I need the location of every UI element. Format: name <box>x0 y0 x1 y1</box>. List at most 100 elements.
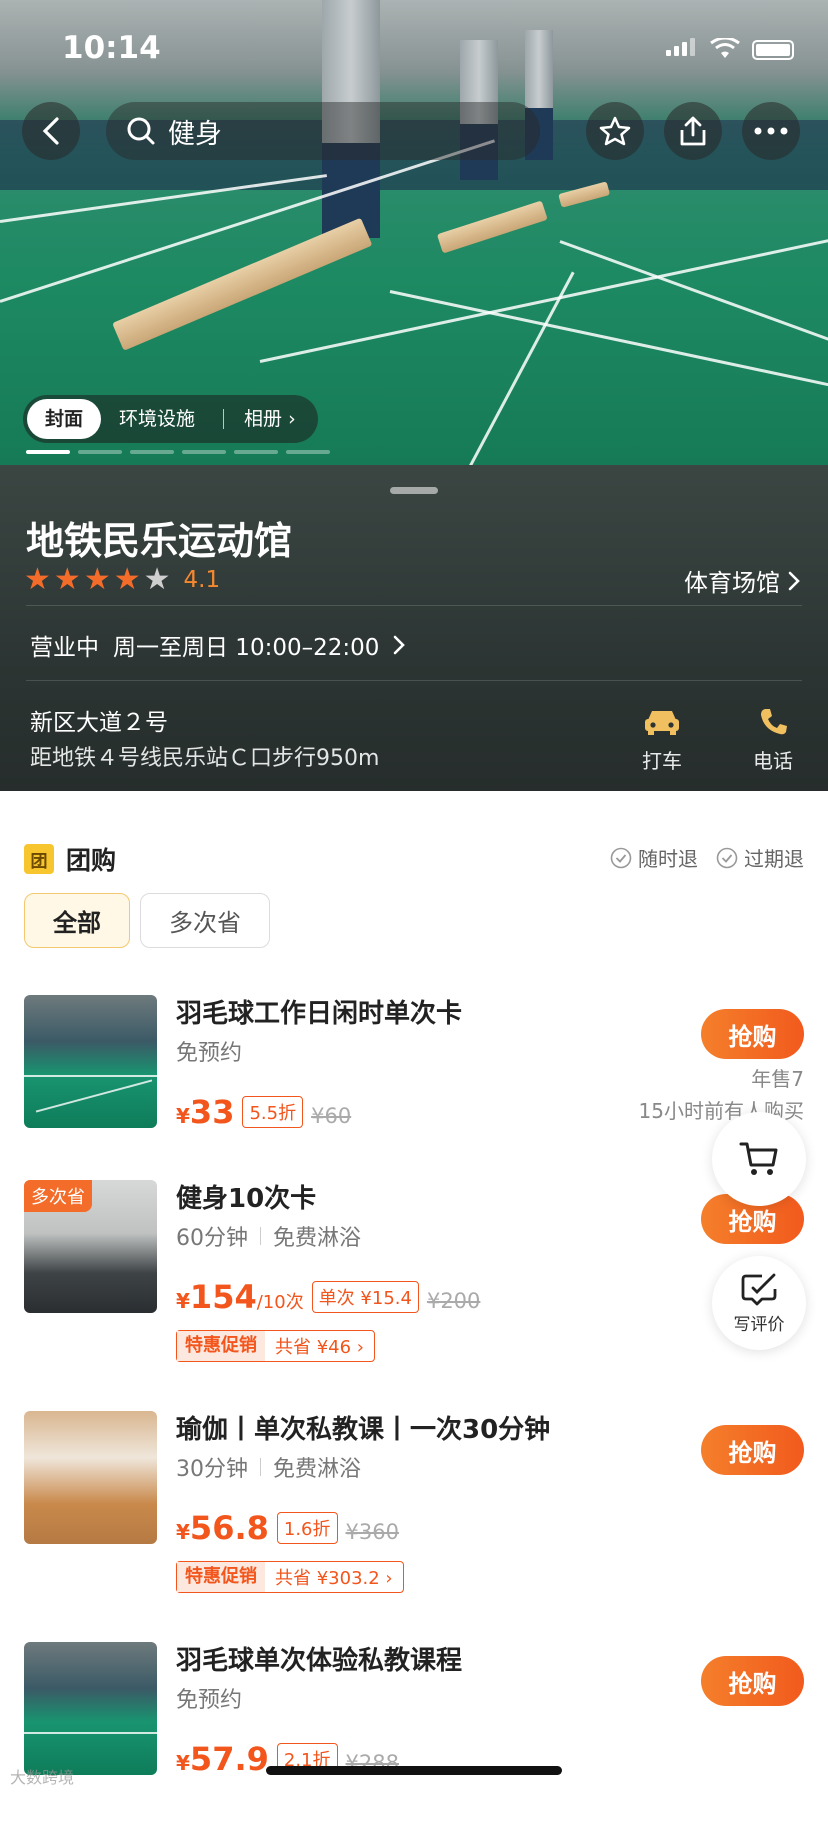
deal-subtitle: 免预约 <box>176 1035 242 1067</box>
deal-price: ¥57.9 <box>176 1740 269 1778</box>
court-line <box>389 290 828 397</box>
original-price: ¥200 <box>426 1289 481 1313</box>
guarantee-label: 随时退 <box>638 847 698 871</box>
favorite-button[interactable] <box>586 102 644 160</box>
guarantees: 随时退 过期退 <box>610 843 804 872</box>
deal-thumbnail <box>24 1411 157 1544</box>
per-use-price: 单次 ¥15.4 <box>311 1281 419 1313</box>
top-nav: 健身 <box>0 99 828 163</box>
progress-segment <box>182 450 226 454</box>
phone-button[interactable]: 电话 <box>738 707 808 774</box>
search-bar[interactable]: 健身 <box>106 102 540 160</box>
taxi-button[interactable]: 打车 <box>627 707 697 774</box>
bench <box>436 200 548 254</box>
buy-button[interactable]: 抢购 <box>701 1425 804 1475</box>
divider <box>26 605 802 606</box>
signal-icon <box>666 38 698 60</box>
tab-facilities[interactable]: 环境设施 <box>101 399 213 439</box>
bench <box>112 217 373 351</box>
buy-button[interactable]: 抢购 <box>701 1009 804 1059</box>
deal-item[interactable]: 羽毛球单次体验私教课程 免预约 ¥57.9 2.1折 ¥288 抢购 <box>0 1642 828 1842</box>
promo-badge[interactable]: 特惠促销 共省 ¥303.2 › <box>176 1561 404 1593</box>
write-review-button[interactable]: 写评价 <box>712 1256 806 1350</box>
tab-cover[interactable]: 封面 <box>27 399 102 439</box>
star-icon: ★ <box>113 562 141 597</box>
deal-title: 健身10次卡 <box>176 1184 317 1214</box>
business-hours[interactable]: 营业中 周一至周日 10:00–22:00 <box>30 628 406 662</box>
deal-tag: 免预约 <box>176 1041 243 1066</box>
guarantee-refund-expired: 过期退 <box>716 843 804 872</box>
promo-label: 特惠促销 <box>177 1331 265 1361</box>
annual-sales: 年售7 <box>751 1067 804 1091</box>
group-buy-section: 团 团购 随时退 过期退 全部 多次省 羽毛球工作日闲时单次卡 免预约 ¥33 … <box>0 811 828 1792</box>
battery-icon <box>752 40 794 60</box>
deal-duration: 60分钟 <box>176 1226 248 1251</box>
court-line <box>468 271 575 465</box>
section-header: 团 团购 <box>24 841 116 877</box>
progress-segment <box>234 450 278 454</box>
progress-segment <box>78 450 122 454</box>
rating: ★ ★ ★ ★ ★ 4.1 <box>24 565 220 595</box>
price-row: ¥33 5.5折 ¥60 <box>176 1093 351 1132</box>
star-empty-icon: ★ <box>143 562 171 597</box>
deal-shower: 免费淋浴 <box>273 1457 362 1482</box>
deal-thumbnail <box>24 1642 157 1775</box>
guarantee-refund-anytime: 随时退 <box>610 843 698 872</box>
share-button[interactable] <box>664 102 722 160</box>
status-icons <box>666 38 794 60</box>
venue-info-panel: 地铁民乐运动馆 ★ ★ ★ ★ ★ 4.1 体育场馆 营业中 周一至周日 10:… <box>0 465 828 791</box>
venue-name: 地铁民乐运动馆 <box>26 519 293 563</box>
share-icon <box>680 116 706 146</box>
category-label: 体育场馆 <box>684 569 780 597</box>
category-link[interactable]: 体育场馆 <box>684 563 800 598</box>
multi-save-tag: 多次省 <box>24 1180 92 1212</box>
chevron-right-icon <box>788 571 800 590</box>
star-icon: ★ <box>24 562 51 597</box>
filter-multi-save[interactable]: 多次省 <box>140 893 270 948</box>
watermark: 大数跨境 <box>10 1768 75 1787</box>
buy-button[interactable]: 抢购 <box>701 1656 804 1706</box>
cart-button[interactable] <box>712 1112 806 1206</box>
deal-item[interactable]: 羽毛球工作日闲时单次卡 免预约 ¥33 5.5折 ¥60 抢购 年售7 15小时… <box>0 995 828 1195</box>
deal-tag: 免预约 <box>176 1688 243 1713</box>
section-title: 团购 <box>66 846 117 875</box>
home-indicator[interactable] <box>266 1766 562 1775</box>
star-icon: ★ <box>53 562 81 597</box>
hours-text: 周一至周日 10:00–22:00 <box>113 635 380 661</box>
back-button[interactable] <box>22 102 80 160</box>
deal-item[interactable]: 瑜伽丨单次私教课丨一次30分钟 30分钟 免费淋浴 ¥56.8 1.6折 ¥36… <box>0 1411 828 1611</box>
deal-price: ¥56.8 <box>176 1509 269 1547</box>
venue-cover-photo[interactable]: 10:14 健身 封面 环境设施 相册 › <box>0 0 828 465</box>
search-text: 健身 <box>168 118 222 150</box>
court-line <box>559 240 828 346</box>
taxi-label: 打车 <box>642 749 682 773</box>
promo-saving: 共省 ¥46 › <box>275 1337 364 1358</box>
chevron-right-icon <box>394 635 406 655</box>
deal-thumbnail <box>24 995 157 1128</box>
original-price: ¥60 <box>311 1104 352 1128</box>
deal-title: 瑜伽丨单次私教课丨一次30分钟 <box>176 1415 551 1445</box>
deal-subtitle: 免预约 <box>176 1682 242 1714</box>
write-review-label: 写评价 <box>733 1314 785 1335</box>
gallery-tabs: 封面 环境设施 相册 › <box>23 395 318 443</box>
check-circle-icon <box>716 847 738 868</box>
deal-item[interactable]: 多次省 健身10次卡 60分钟 免费淋浴 ¥154/10次 单次 ¥15.4 ¥… <box>0 1180 828 1380</box>
cart-icon <box>739 1142 778 1175</box>
tab-album[interactable]: 相册 › <box>226 399 314 439</box>
promo-badge[interactable]: 特惠促销 共省 ¥46 › <box>176 1330 375 1362</box>
drag-handle[interactable] <box>390 487 438 494</box>
progress-segment <box>286 450 330 454</box>
price-row: ¥154/10次 单次 ¥15.4 ¥200 <box>176 1278 480 1317</box>
address[interactable]: 新区大道２号 <box>30 703 168 737</box>
distance-info: 距地铁４号线民乐站Ｃ口步行950m <box>30 746 380 771</box>
deal-shower: 免费淋浴 <box>273 1226 362 1251</box>
search-icon <box>127 117 155 145</box>
progress-segment <box>26 450 70 454</box>
deal-title: 羽毛球工作日闲时单次卡 <box>176 999 463 1029</box>
deal-title: 羽毛球单次体验私教课程 <box>176 1646 463 1676</box>
status-time: 10:14 <box>62 30 161 66</box>
group-buy-icon: 团 <box>24 844 54 874</box>
filter-all[interactable]: 全部 <box>24 893 130 948</box>
star-outline-icon <box>599 116 631 146</box>
more-button[interactable] <box>742 102 800 160</box>
